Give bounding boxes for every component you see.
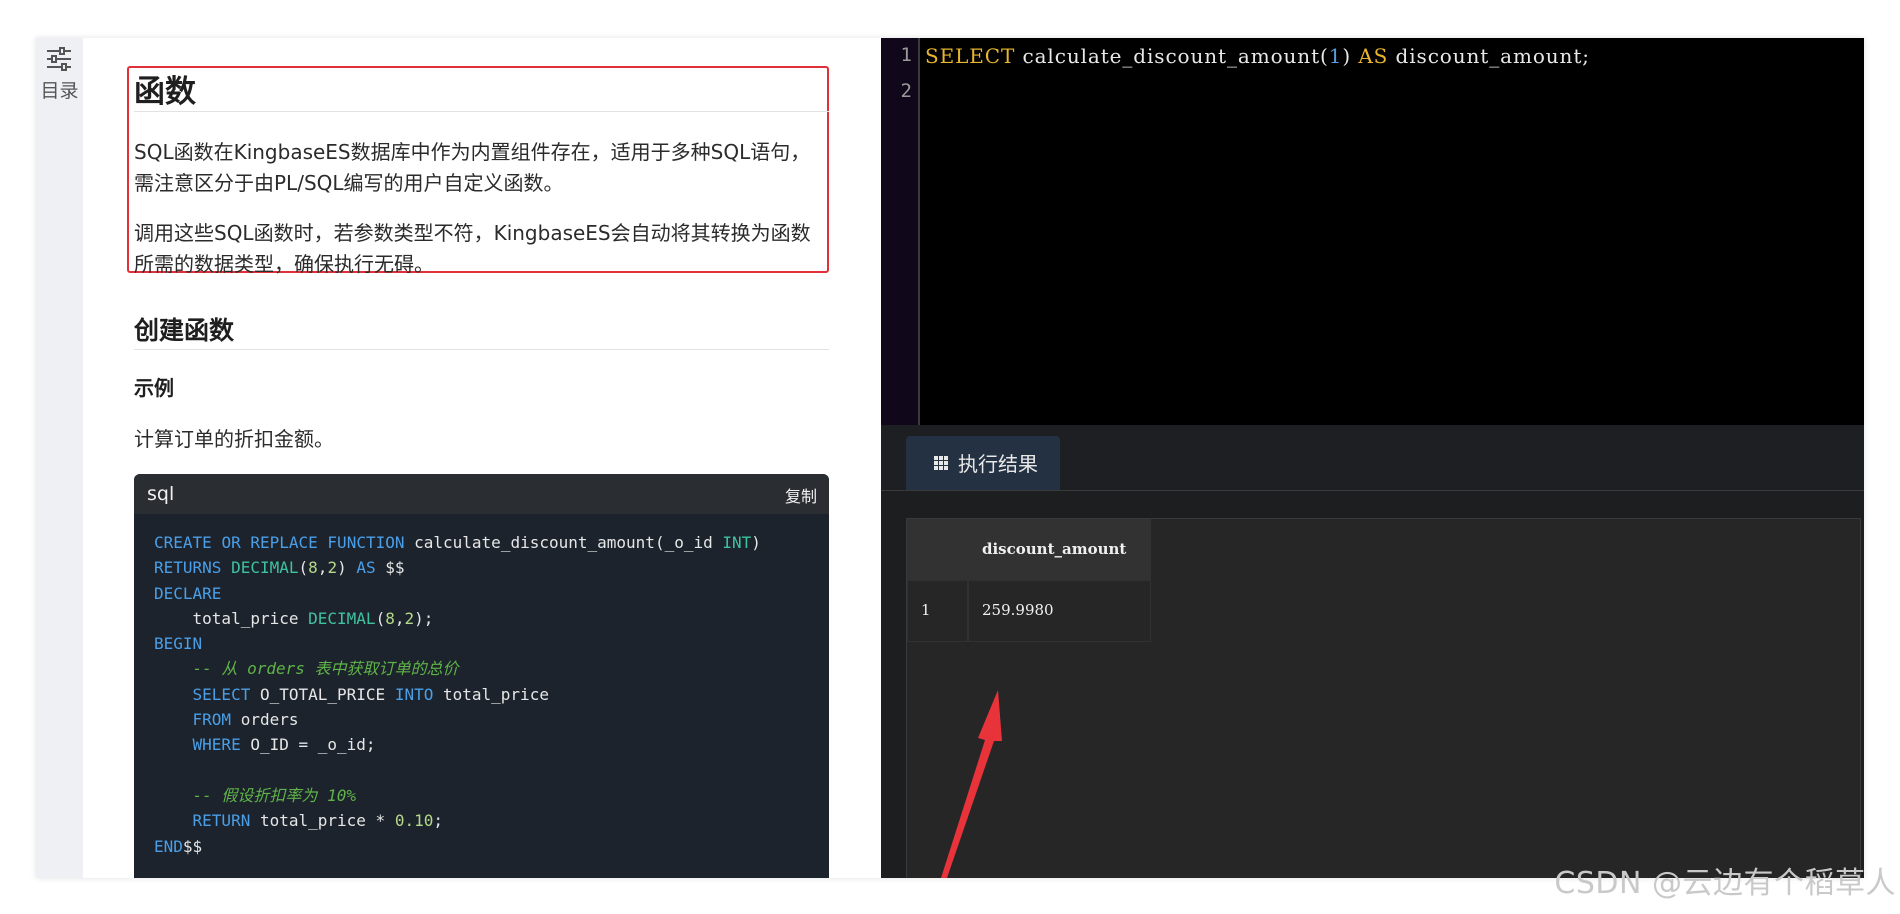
copy-button[interactable]: 复制 bbox=[785, 483, 817, 507]
toc-label[interactable]: 目录 bbox=[36, 76, 83, 103]
result-cell[interactable]: 259.9980 bbox=[968, 580, 1151, 642]
row-number: 1 bbox=[921, 601, 931, 619]
code-line: WHERE O_ID = _o_id; bbox=[192, 735, 376, 755]
tab-label: 执行结果 bbox=[958, 452, 1038, 476]
sql-keyword: AS bbox=[1358, 44, 1389, 68]
code-content: CREATE OR REPLACE FUNCTION calculate_dis… bbox=[154, 530, 761, 859]
line-number: 1 bbox=[900, 44, 912, 66]
sql-keyword: SELECT bbox=[925, 44, 1016, 68]
sql-text: discount_amount; bbox=[1388, 44, 1590, 68]
sliders-icon[interactable] bbox=[43, 43, 75, 75]
code-line: -- 从 orders 表中获取订单的总价 bbox=[192, 659, 459, 679]
code-line: CREATE OR REPLACE FUNCTION calculate_dis… bbox=[154, 533, 761, 552]
sql-text: calculate_discount_amount( bbox=[1015, 44, 1329, 68]
column-header[interactable]: discount_amount bbox=[968, 519, 1151, 580]
toc-sidebar[interactable]: 目录 bbox=[36, 38, 83, 878]
tab-execution-result[interactable]: 执行结果 bbox=[906, 436, 1060, 490]
sql-text: ) bbox=[1342, 44, 1359, 68]
row-index-cell: 1 bbox=[907, 580, 968, 642]
documentation-panel: 函数 SQL函数在KingbaseES数据库中作为内置组件存在，适用于多种SQL… bbox=[83, 38, 881, 878]
code-line: -- 假设折扣率为 10% bbox=[192, 785, 356, 805]
code-line: SELECT O_TOTAL_PRICE INTO total_price bbox=[192, 684, 549, 704]
result-tab-bar: 执行结果 bbox=[881, 425, 1864, 491]
example-description: 计算订单的折扣金额。 bbox=[134, 427, 334, 451]
code-line: RETURNS DECIMAL(8,2) AS $$ bbox=[154, 558, 405, 578]
code-line: total_price DECIMAL(8,2); bbox=[154, 608, 434, 628]
sql-number: 1 bbox=[1328, 44, 1343, 68]
example-heading: 示例 bbox=[134, 376, 174, 400]
code-language-label: sql bbox=[147, 483, 175, 505]
grid-icon bbox=[934, 456, 948, 470]
screenshot-frame: 目录 函数 SQL函数在KingbaseES数据库中作为内置组件存在，适用于多种… bbox=[36, 38, 1864, 878]
result-value: 259.9980 bbox=[982, 601, 1054, 619]
code-line: END$$ bbox=[154, 836, 203, 856]
sql-console: 1 2 SELECT calculate_discount_amount(1) … bbox=[881, 38, 1864, 878]
line-number-gutter: 1 2 bbox=[881, 38, 920, 425]
code-line: BEGIN bbox=[154, 634, 203, 654]
header-index-cell bbox=[907, 519, 968, 580]
conversion-paragraph: 调用这些SQL函数时，若参数类型不符，KingbaseES会自动将其转换为函数所… bbox=[134, 221, 811, 276]
code-line: DECLARE bbox=[154, 583, 222, 603]
code-header: sql 复制 bbox=[134, 474, 829, 514]
code-line: FROM orders bbox=[192, 710, 299, 730]
result-grid: discount_amount 1 259.9980 bbox=[906, 518, 1861, 878]
watermark: CSDN @云边有个稻草人 bbox=[1554, 866, 1896, 901]
title-divider bbox=[134, 111, 829, 112]
section-divider bbox=[134, 349, 829, 350]
line-number: 2 bbox=[900, 80, 912, 102]
code-block: sql 复制 CREATE OR REPLACE FUNCTION calcul… bbox=[134, 474, 829, 878]
sql-editor[interactable]: 1 2 SELECT calculate_discount_amount(1) … bbox=[881, 38, 1864, 425]
page-title: 函数 bbox=[134, 74, 196, 110]
section-heading: 创建函数 bbox=[134, 316, 235, 345]
code-line: RETURN total_price * 0.10; bbox=[192, 811, 443, 831]
sql-statement[interactable]: SELECT calculate_discount_amount(1) AS d… bbox=[925, 44, 1590, 68]
intro-paragraph: SQL函数在KingbaseES数据库中作为内置组件存在，适用于多种SQL语句，… bbox=[134, 140, 811, 195]
column-header-label: discount_amount bbox=[982, 540, 1127, 558]
